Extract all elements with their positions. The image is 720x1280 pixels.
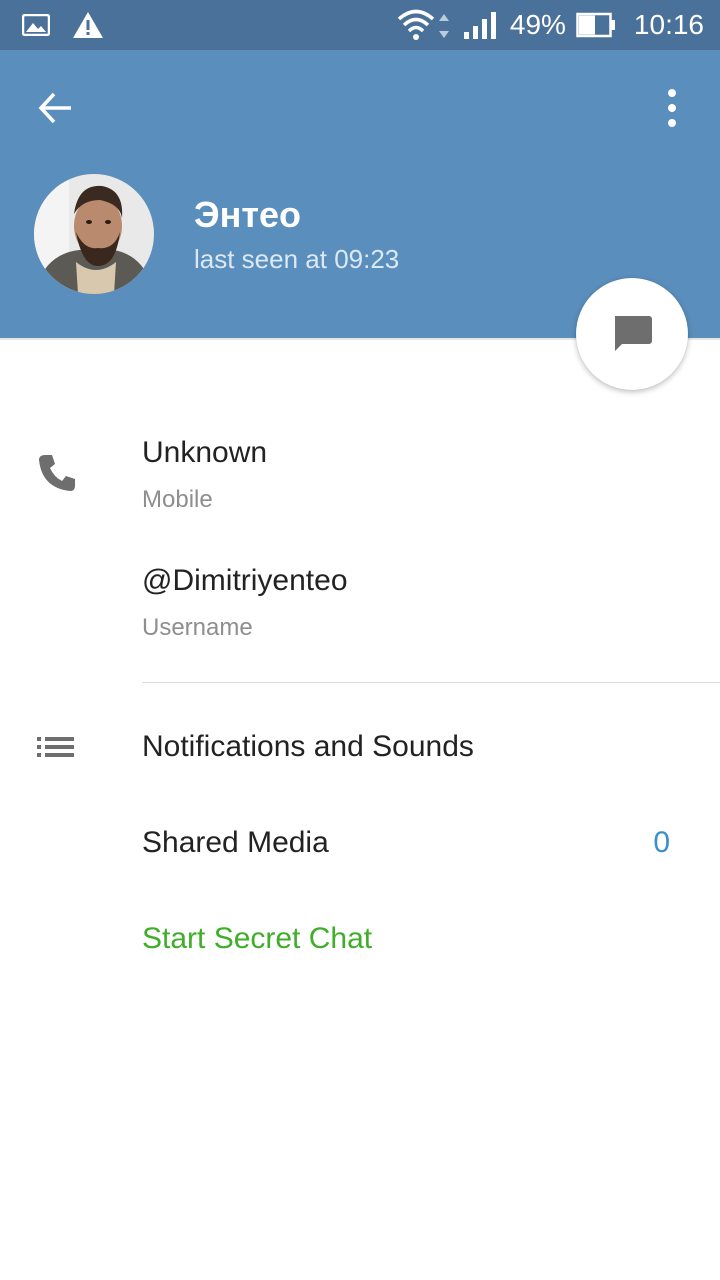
phone-icon — [36, 452, 78, 499]
notifications-and-sounds-item[interactable]: Notifications and Sounds — [142, 730, 474, 764]
more-vert-icon — [668, 89, 676, 127]
contact-name: Энтео — [194, 194, 301, 235]
back-button[interactable] — [36, 88, 76, 128]
section-divider — [142, 682, 720, 683]
avatar[interactable] — [34, 174, 154, 294]
status-bar-left — [22, 10, 104, 40]
start-secret-chat-item[interactable]: Start Secret Chat — [142, 922, 372, 956]
list-icon — [36, 736, 76, 763]
battery-icon — [576, 12, 615, 38]
phone-value[interactable]: Unknown — [142, 436, 267, 470]
username-label: Username — [142, 614, 253, 641]
phone-label: Mobile — [142, 486, 213, 513]
status-bar-right: 49% 10:16 — [396, 8, 704, 42]
status-time: 10:16 — [633, 9, 704, 40]
image-notification-icon — [22, 14, 50, 36]
message-icon — [615, 316, 652, 351]
status-bar: 49% 10:16 — [0, 0, 720, 50]
more-options-button[interactable] — [656, 86, 688, 130]
last-seen-status: last seen at 09:23 — [194, 244, 400, 274]
shared-media-item[interactable]: Shared Media — [142, 826, 329, 860]
wifi-icon — [397, 9, 449, 40]
username-value[interactable]: @Dimitriyenteo — [142, 564, 348, 598]
back-arrow-icon — [38, 92, 71, 124]
warning-icon — [73, 12, 103, 38]
send-message-button[interactable] — [576, 278, 688, 390]
avatar-photo — [34, 174, 154, 294]
battery-percent: 49% — [509, 9, 566, 40]
signal-icon — [463, 12, 496, 39]
shared-media-count: 0 — [653, 826, 670, 859]
